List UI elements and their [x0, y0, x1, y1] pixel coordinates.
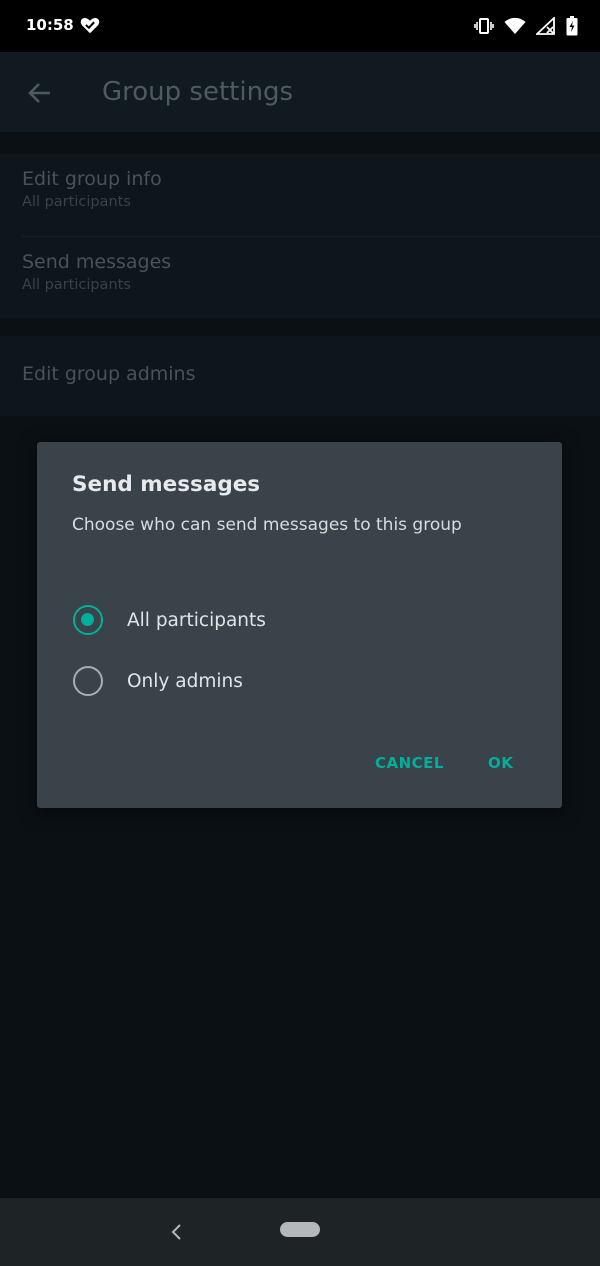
settings-card-admins: Edit group admins	[0, 336, 600, 416]
dialog-description: Choose who can send messages to this gro…	[72, 515, 462, 535]
status-bar: 10:58	[0, 0, 600, 52]
status-time: 10:58	[26, 16, 74, 34]
page-title: Group settings	[102, 77, 294, 107]
heart-check-icon	[80, 17, 100, 34]
signal-icon	[536, 17, 555, 35]
setting-send-messages[interactable]: Send messages All participants	[22, 251, 171, 293]
option-label: All participants	[127, 609, 266, 631]
settings-card-permissions: Edit group info All participants Send me…	[0, 154, 600, 318]
setting-title: Edit group info	[22, 168, 162, 190]
option-all-participants[interactable]: All participants	[73, 603, 266, 637]
divider	[22, 236, 600, 237]
setting-edit-group-admins[interactable]: Edit group admins	[22, 363, 196, 385]
setting-subtitle: All participants	[22, 277, 131, 293]
ok-button[interactable]: OK	[488, 754, 513, 772]
dialog-title: Send messages	[72, 472, 261, 497]
screen: 10:58 Group settings Edit group info All…	[0, 0, 600, 1266]
send-messages-dialog: Send messages Choose who can send messag…	[37, 442, 562, 808]
arrow-left-icon[interactable]	[26, 79, 54, 107]
option-label: Only admins	[127, 670, 243, 692]
battery-icon	[566, 16, 578, 36]
app-bar: Group settings	[0, 52, 600, 132]
vibrate-icon	[474, 18, 494, 34]
navigation-bar	[0, 1198, 600, 1266]
setting-edit-group-info[interactable]: Edit group info All participants	[22, 168, 162, 210]
radio-checked-icon[interactable]	[73, 605, 103, 635]
status-icons	[474, 14, 578, 38]
setting-subtitle: All participants	[22, 194, 131, 210]
setting-title: Send messages	[22, 251, 172, 273]
radio-unchecked-icon[interactable]	[73, 666, 103, 696]
setting-title: Edit group admins	[22, 363, 196, 385]
nav-back-icon[interactable]	[168, 1222, 186, 1242]
cancel-button[interactable]: CANCEL	[375, 754, 444, 772]
option-only-admins[interactable]: Only admins	[73, 664, 243, 698]
wifi-icon	[504, 17, 526, 34]
nav-home-pill[interactable]	[280, 1222, 320, 1237]
